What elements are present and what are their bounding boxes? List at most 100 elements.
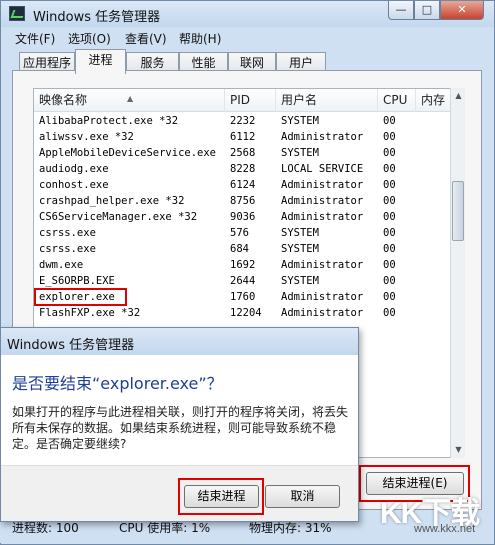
process-user: SYSTEM xyxy=(281,243,319,255)
table-row[interactable]: AlibabaProtect.exe *32 2232 SYSTEM 00 xyxy=(34,113,451,129)
process-name: dwm.exe xyxy=(39,259,84,271)
table-row[interactable]: aliwssv.exe *32 6112 Administrator 00 xyxy=(34,129,451,145)
title-bar: Windows 任务管理器 — □ ✕ xyxy=(1,1,494,27)
process-cpu: 00 xyxy=(383,275,396,287)
process-cpu: 00 xyxy=(383,131,396,143)
process-user: SYSTEM xyxy=(281,227,319,239)
process-user: Administrator xyxy=(281,179,364,191)
scroll-up-arrow-icon[interactable]: ▲ xyxy=(451,88,466,104)
process-pid: 12204 xyxy=(230,307,262,319)
tab-processes[interactable]: 进程 xyxy=(75,49,126,74)
table-row[interactable]: conhost.exe 6124 Administrator 00 xyxy=(34,177,451,193)
process-name: audiodg.exe xyxy=(39,163,109,175)
process-name: AppleMobileDeviceService.exe xyxy=(39,147,217,159)
scroll-thumb[interactable] xyxy=(452,181,464,241)
process-name: csrss.exe xyxy=(39,227,96,239)
process-cpu: 00 xyxy=(383,115,396,127)
end-process-dialog: Windows 任务管理器 是否要结束“explorer.exe”？ 如果打开的… xyxy=(0,327,359,522)
process-user: Administrator xyxy=(281,291,364,303)
process-pid: 576 xyxy=(230,227,249,239)
column-header-pid[interactable]: PID xyxy=(225,89,276,112)
process-pid: 8756 xyxy=(230,195,256,207)
dialog-title: Windows 任务管理器 xyxy=(7,338,135,353)
table-row[interactable]: CS6ServiceManager.exe *32 9036 Administrat… xyxy=(34,209,451,225)
table-row-selected[interactable]: explorer.exe 1760 Administrator 00 xyxy=(34,289,451,305)
table-row[interactable]: csrss.exe 684 SYSTEM 00 xyxy=(34,241,451,257)
process-user: Administrator xyxy=(281,211,364,223)
vertical-scrollbar[interactable]: ▲ ▼ xyxy=(450,88,465,458)
process-pid: 684 xyxy=(230,243,249,255)
dialog-message: 如果打开的程序与此进程相关联，则打开的程序将关闭，将丢失所有未保存的数据。如果结… xyxy=(12,405,349,451)
process-cpu: 00 xyxy=(383,307,396,319)
process-name: crashpad_helper.exe *32 xyxy=(39,195,185,207)
process-cpu: 00 xyxy=(383,243,396,255)
dialog-heading: 是否要结束“explorer.exe”？ xyxy=(12,374,223,393)
task-manager-icon xyxy=(9,6,25,21)
process-cpu: 00 xyxy=(383,195,396,207)
process-user: Administrator xyxy=(281,131,364,143)
process-user: Administrator xyxy=(281,195,364,207)
window-title: Windows 任务管理器 xyxy=(33,10,161,25)
table-row[interactable]: csrss.exe 576 SYSTEM 00 xyxy=(34,225,451,241)
process-pid: 9036 xyxy=(230,211,256,223)
table-row[interactable]: E_S6ORPB.EXE 2644 SYSTEM 00 xyxy=(34,273,451,289)
process-name: explorer.exe xyxy=(39,291,115,303)
process-pid: 2232 xyxy=(230,115,256,127)
close-button[interactable]: ✕ xyxy=(440,1,484,20)
process-pid: 6124 xyxy=(230,179,256,191)
process-pid: 2568 xyxy=(230,147,256,159)
maximize-button[interactable]: □ xyxy=(414,1,440,20)
process-cpu: 00 xyxy=(383,259,396,271)
process-name: FlashFXP.exe *32 xyxy=(39,307,141,319)
dialog-footer: 结束进程 取消 xyxy=(1,465,358,521)
process-rows: AlibabaProtect.exe *32 2232 SYSTEM 00 aliws… xyxy=(34,113,451,321)
process-pid: 1760 xyxy=(230,291,256,303)
menu-options[interactable]: 选项(O) xyxy=(68,30,111,47)
process-cpu: 00 xyxy=(383,179,396,191)
table-row[interactable]: crashpad_helper.exe *32 8756 Administrator… xyxy=(34,193,451,209)
list-header: ▲ 映像名称 PID 用户名 CPU 内存 xyxy=(34,89,451,112)
watermark: KK下载 www.kkx.net xyxy=(380,488,492,540)
column-header-user[interactable]: 用户名 xyxy=(276,89,378,112)
process-name: conhost.exe xyxy=(39,179,109,191)
process-user: Administrator xyxy=(281,259,364,271)
process-pid: 6112 xyxy=(230,131,256,143)
process-name: csrss.exe xyxy=(39,243,96,255)
table-row[interactable]: dwm.exe 1692 Administrator 00 xyxy=(34,257,451,273)
process-user: SYSTEM xyxy=(281,147,319,159)
process-cpu: 00 xyxy=(383,227,396,239)
confirm-end-process-button[interactable]: 结束进程 xyxy=(184,485,259,508)
column-header-cpu[interactable]: CPU xyxy=(378,89,416,112)
column-name-label: 映像名称 xyxy=(39,93,88,107)
process-user: SYSTEM xyxy=(281,275,319,287)
cancel-button[interactable]: 取消 xyxy=(265,485,340,508)
process-cpu: 00 xyxy=(383,147,396,159)
process-cpu: 00 xyxy=(383,291,396,303)
process-name: E_S6ORPB.EXE xyxy=(39,275,115,287)
process-cpu: 00 xyxy=(383,211,396,223)
table-row[interactable]: AppleMobileDeviceService.exe 2568 SYSTEM 00 xyxy=(34,145,451,161)
process-pid: 8228 xyxy=(230,163,256,175)
scroll-down-arrow-icon[interactable]: ▼ xyxy=(451,442,466,458)
process-name: CS6ServiceManager.exe *32 xyxy=(39,211,198,223)
process-name: aliwssv.exe *32 xyxy=(39,131,134,143)
process-name: AlibabaProtect.exe *32 xyxy=(39,115,179,127)
menu-view[interactable]: 查看(V) xyxy=(125,30,167,47)
process-user: Administrator xyxy=(281,307,364,319)
watermark-url: www.kkx.net xyxy=(414,523,476,535)
process-user: SYSTEM xyxy=(281,115,319,127)
process-pid: 1692 xyxy=(230,259,256,271)
column-header-memory[interactable]: 内存 xyxy=(416,89,451,112)
menu-file[interactable]: 文件(F) xyxy=(15,30,55,47)
table-row[interactable]: audiodg.exe 8228 LOCAL SERVICE 00 xyxy=(34,161,451,177)
process-pid: 2644 xyxy=(230,275,256,287)
minimize-button[interactable]: — xyxy=(388,1,414,20)
menu-bar: 文件(F) 选项(O) 查看(V) 帮助(H) xyxy=(1,27,494,47)
process-cpu: 00 xyxy=(383,163,396,175)
dialog-title-bar: Windows 任务管理器 xyxy=(1,328,358,355)
sort-arrow-icon: ▲ xyxy=(127,94,134,103)
process-user: LOCAL SERVICE xyxy=(281,163,364,175)
column-header-name[interactable]: ▲ 映像名称 xyxy=(34,89,225,112)
menu-help[interactable]: 帮助(H) xyxy=(179,30,221,47)
table-row[interactable]: FlashFXP.exe *32 12204 Administrator 00 xyxy=(34,305,451,321)
